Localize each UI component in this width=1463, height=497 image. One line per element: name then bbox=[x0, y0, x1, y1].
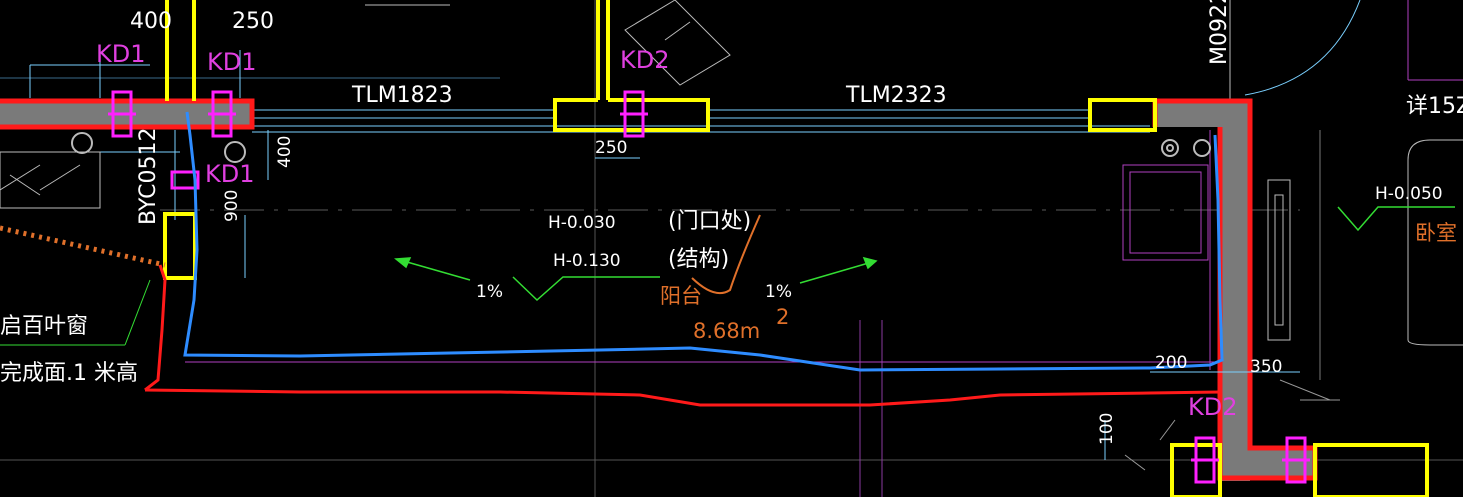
kd1-label-b: KD1 bbox=[207, 48, 257, 76]
bedroom-label: 卧室 bbox=[1415, 221, 1457, 245]
window-byc0512: BYC0512 bbox=[136, 128, 161, 225]
dim-100: 100 bbox=[1097, 413, 1117, 445]
door-m0922: M0922 bbox=[1207, 0, 1232, 65]
dim-400-top: 400 bbox=[130, 9, 172, 34]
kd2-label-bottom: KD2 bbox=[1188, 393, 1238, 421]
detail-reference: 详15ZJ bbox=[1406, 94, 1463, 119]
door-note-line1: (门口处) bbox=[668, 209, 751, 234]
room-area: 8.68m bbox=[693, 319, 760, 343]
slope-left: 1% bbox=[476, 282, 503, 302]
kd2-label-top: KD2 bbox=[620, 46, 670, 74]
elevation-h-0050: H-0.050 bbox=[1375, 184, 1443, 204]
kd1-label-a: KD1 bbox=[96, 40, 146, 68]
slope-right: 1% bbox=[765, 282, 792, 302]
room-name: 阳台 bbox=[660, 284, 702, 308]
door-note-line2: (结构) bbox=[668, 247, 729, 272]
elevation-h-0030: H-0.030 bbox=[548, 213, 616, 233]
dim-250-mid: 250 bbox=[595, 138, 627, 158]
dim-900: 900 bbox=[222, 190, 242, 222]
dim-250-top: 250 bbox=[232, 9, 274, 34]
window-tlm1823: TLM1823 bbox=[351, 83, 453, 108]
cad-balcony-plan: 400 250 KD1 KD1 KD1 KD2 KD2 TLM1823 TLM2… bbox=[0, 0, 1463, 497]
dim-350: 350 bbox=[1250, 357, 1282, 377]
wall-segment-right bbox=[1220, 101, 1250, 481]
kd1-label-c: KD1 bbox=[205, 160, 255, 188]
dim-200: 200 bbox=[1155, 353, 1187, 373]
louver-note: 启百叶窗 bbox=[0, 314, 88, 339]
elevation-h-0130: H-0.130 bbox=[553, 251, 621, 271]
finish-note: 完成面.1 米高 bbox=[0, 361, 138, 386]
window-tlm2323: TLM2323 bbox=[845, 83, 947, 108]
wall-segment-bottom-right bbox=[1220, 448, 1315, 476]
dim-400-side: 400 bbox=[275, 136, 295, 168]
room-area-superscript: 2 bbox=[776, 305, 789, 329]
